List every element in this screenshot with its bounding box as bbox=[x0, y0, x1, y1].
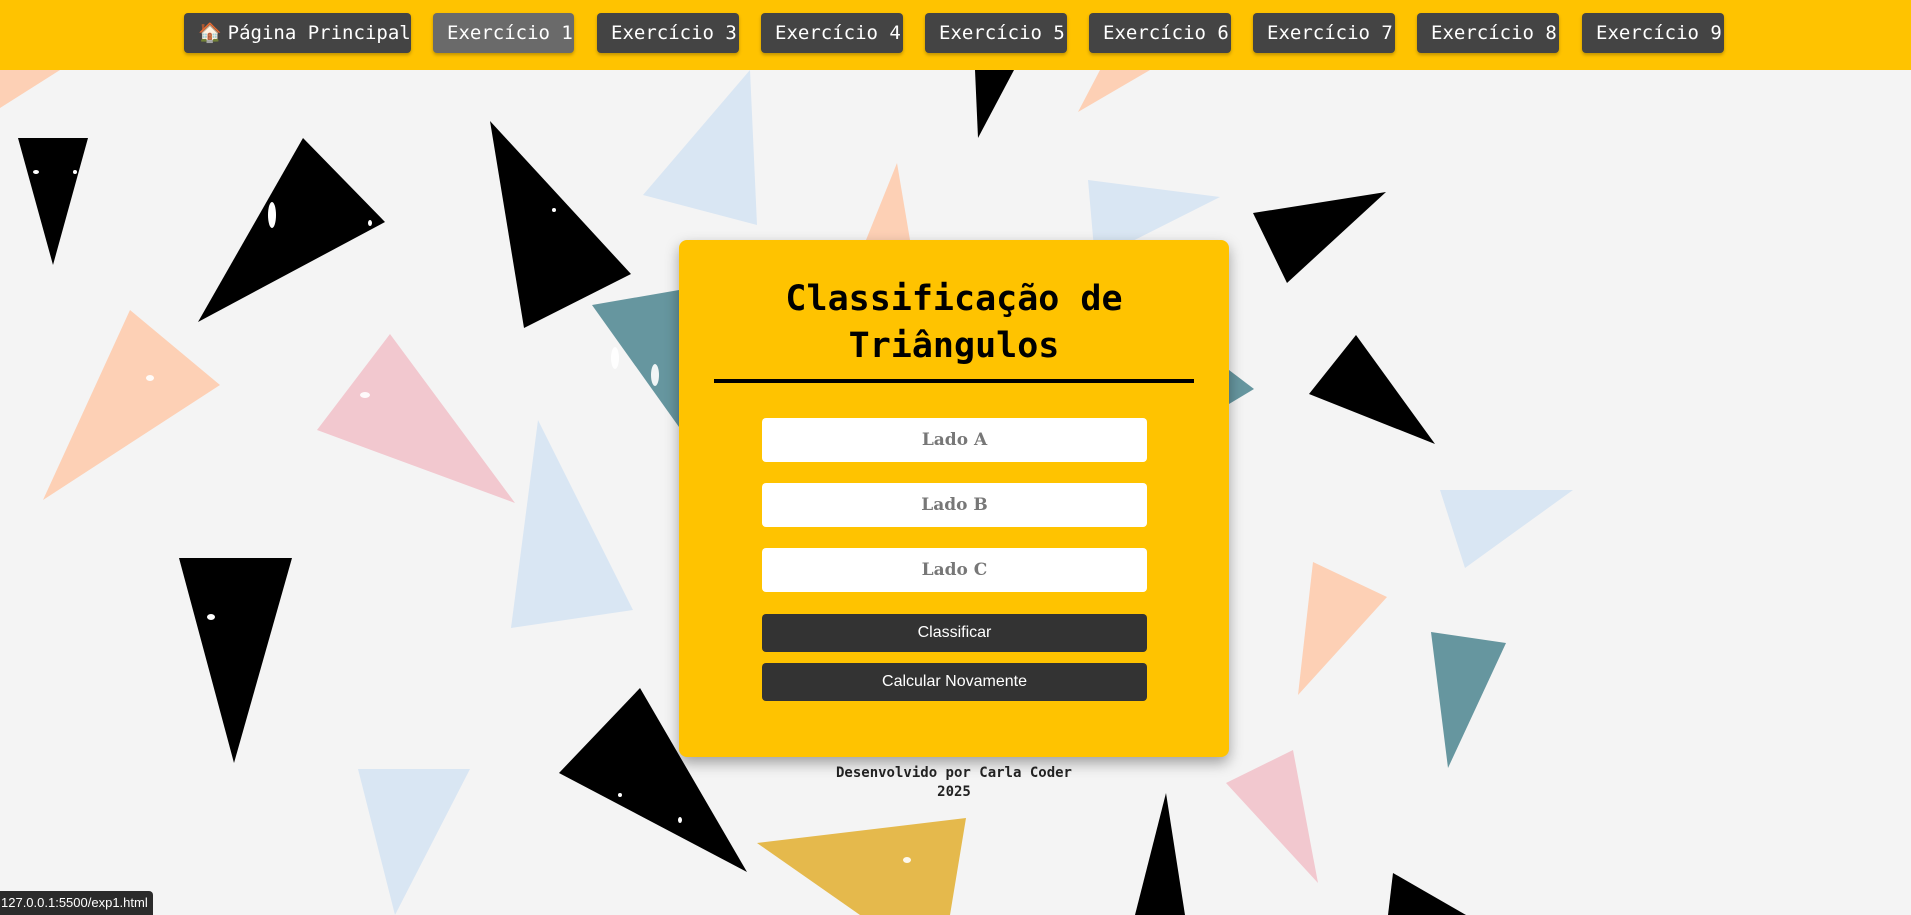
background-triangle bbox=[490, 121, 631, 328]
background-triangle bbox=[1226, 750, 1318, 883]
title-line-2: Triângulos bbox=[848, 326, 1060, 366]
nav-exercise-6-button[interactable]: Exercício 6 bbox=[1089, 13, 1231, 53]
triangle-speckle bbox=[146, 375, 154, 381]
side-c-input[interactable] bbox=[762, 548, 1147, 592]
footer-credit: Desenvolvido por Carla Coder bbox=[835, 765, 1072, 781]
background-triangle bbox=[1253, 192, 1386, 283]
background-triangle bbox=[1298, 562, 1387, 695]
top-navbar: 🏠 Página Principal Exercício 1 Exercício … bbox=[0, 0, 1911, 70]
nav-exercise-9-button[interactable]: Exercício 9 bbox=[1582, 13, 1724, 53]
nav-exercise-4-button[interactable]: Exercício 4 bbox=[761, 13, 903, 53]
triangle-speckle bbox=[552, 208, 556, 212]
background-triangle bbox=[1440, 490, 1573, 568]
background-triangle bbox=[1078, 70, 1150, 112]
background-triangle bbox=[643, 70, 757, 225]
background-triangle bbox=[18, 138, 88, 265]
background-triangle bbox=[757, 818, 966, 915]
background-triangle bbox=[1388, 873, 1466, 915]
background-triangle bbox=[592, 290, 679, 427]
classify-button[interactable]: Classificar bbox=[762, 614, 1147, 652]
triangle-speckle bbox=[207, 614, 215, 620]
background-triangle bbox=[198, 138, 385, 322]
triangle-speckle bbox=[611, 347, 619, 369]
triangle-speckle bbox=[903, 857, 911, 863]
triangle-speckle bbox=[360, 392, 370, 398]
background-triangle bbox=[511, 420, 633, 628]
browser-status-url: 127.0.0.1:5500/exp1.html bbox=[0, 891, 153, 915]
title-line-1: Classificação de bbox=[785, 279, 1123, 319]
nav-exercise-8-button[interactable]: Exercício 8 bbox=[1417, 13, 1559, 53]
background-triangle bbox=[1135, 793, 1185, 915]
side-a-input[interactable] bbox=[762, 418, 1147, 462]
background-triangle bbox=[1229, 370, 1254, 404]
triangle-speckle bbox=[73, 170, 77, 174]
triangle-speckle bbox=[678, 817, 682, 823]
background-triangle bbox=[179, 558, 292, 763]
background-triangle bbox=[0, 70, 60, 108]
background-triangle bbox=[975, 70, 1014, 138]
triangle-speckle bbox=[368, 220, 372, 226]
background-triangle bbox=[43, 310, 220, 500]
background-triangle bbox=[1431, 632, 1506, 768]
nav-home-button[interactable]: 🏠 Página Principal bbox=[184, 13, 411, 53]
nav-exercise-7-button[interactable]: Exercício 7 bbox=[1253, 13, 1395, 53]
footer-year: 2025 bbox=[937, 784, 971, 800]
nav-home-label: Página Principal bbox=[227, 22, 411, 44]
nav-exercise-3-button[interactable]: Exercício 3 bbox=[597, 13, 739, 53]
background-triangle bbox=[866, 163, 910, 240]
title-divider bbox=[714, 379, 1194, 383]
nav-exercise-1-button[interactable]: Exercício 1 bbox=[433, 13, 574, 53]
nav-exercise-5-button[interactable]: Exercício 5 bbox=[925, 13, 1067, 53]
page-title: Classificação de Triângulos bbox=[679, 276, 1229, 370]
background-triangle bbox=[358, 769, 470, 915]
page-footer: Desenvolvido por Carla Coder 2025 bbox=[680, 764, 1228, 802]
calculate-again-button[interactable]: Calcular Novamente bbox=[762, 663, 1147, 701]
triangle-speckle bbox=[651, 364, 659, 386]
background-triangle bbox=[317, 334, 515, 503]
triangle-speckle bbox=[618, 793, 622, 797]
triangle-speckle bbox=[33, 170, 39, 174]
background-triangle bbox=[1309, 335, 1435, 444]
home-icon: 🏠 bbox=[198, 22, 222, 44]
side-b-input[interactable] bbox=[762, 483, 1147, 527]
triangle-speckle bbox=[268, 202, 276, 228]
triangle-classifier-card: Classificação de Triângulos Classificar … bbox=[679, 240, 1229, 757]
